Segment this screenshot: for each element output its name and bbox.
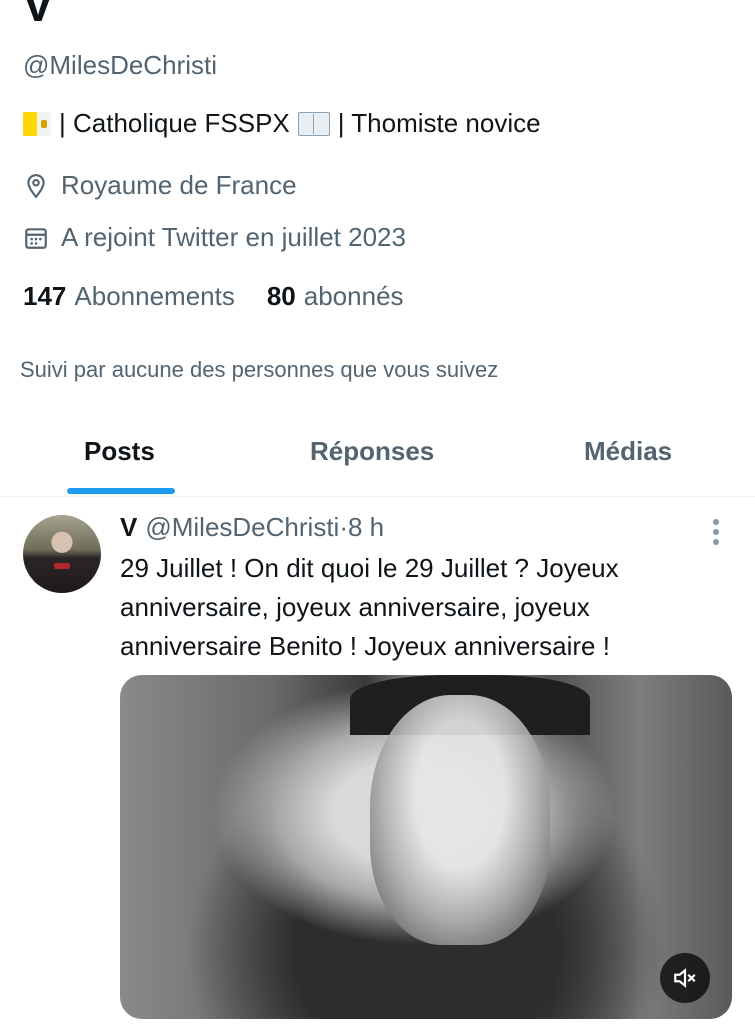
more-options-icon[interactable] <box>706 517 726 547</box>
profile-joined: A rejoint Twitter en juillet 2023 <box>23 222 406 253</box>
tweet-author-name[interactable]: V <box>120 512 137 543</box>
followed-by-note: Suivi par aucune des personnes que vous … <box>20 357 499 382</box>
avatar[interactable] <box>23 515 101 593</box>
bio-text-1: | Catholique FSSPX <box>59 108 290 138</box>
tweet-header: V @MilesDeChristi · 8 h <box>120 512 384 543</box>
tab-replies[interactable]: Réponses <box>310 436 434 467</box>
joined-text: A rejoint Twitter en juillet 2023 <box>61 222 406 252</box>
mute-button[interactable] <box>660 953 710 1003</box>
tweet-author-handle[interactable]: @MilesDeChristi <box>145 512 339 543</box>
followers-link[interactable]: 80 abonnés <box>267 281 404 312</box>
tweet-text: 29 Juillet ! On dit quoi le 29 Juillet ?… <box>120 553 619 661</box>
followers-count: 80 <box>266 281 296 311</box>
volume-muted-icon <box>674 968 696 988</box>
vatican-flag-icon <box>23 111 51 136</box>
following-link[interactable]: 147 Abonnements <box>23 281 235 312</box>
tweet-media-video[interactable] <box>120 675 732 1019</box>
following-label: Abonnements <box>74 281 235 311</box>
calendar-icon <box>25 227 47 249</box>
profile-tabs: Posts Réponses Médias <box>0 418 755 497</box>
followers-label: abonnés <box>303 281 404 311</box>
tab-media[interactable]: Médias <box>584 436 672 467</box>
profile-name: V <box>22 0 55 32</box>
follow-stats: 147 Abonnements 80 abonnés <box>23 281 436 312</box>
following-count: 147 <box>23 281 67 311</box>
media-face <box>370 695 550 945</box>
open-book-icon <box>297 111 330 136</box>
profile-location: Royaume de France <box>23 170 297 201</box>
profile-handle: @MilesDeChristi <box>23 50 217 80</box>
tweet-separator: · <box>339 512 348 542</box>
bio-text-2: | Thomiste novice <box>337 108 541 138</box>
tab-posts[interactable]: Posts <box>84 436 155 467</box>
tweet-time[interactable]: 8 h <box>348 512 384 543</box>
active-tab-indicator <box>67 488 175 494</box>
location-pin-icon <box>27 173 45 198</box>
profile-bio: | Catholique FSSPX | Thomiste novice <box>23 108 541 139</box>
location-text: Royaume de France <box>61 170 297 200</box>
